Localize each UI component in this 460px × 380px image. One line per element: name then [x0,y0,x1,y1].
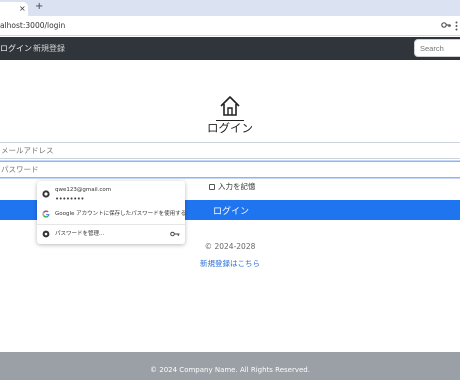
gear-icon [42,230,50,238]
password-key-icon[interactable] [441,20,451,30]
footer-copyright: © 2024 Company Name. All Rights Reserved… [150,366,310,374]
browser-menu-icon[interactable] [454,21,459,31]
manage-option-label: パスワードを管理... [55,231,105,237]
remember-label: 入力を記憶 [218,182,256,191]
page-footer: © 2024 Company Name. All Rights Reserved… [0,352,460,380]
home-icon [220,96,240,116]
saved-credential-option[interactable]: qwe123@gmail.com •••••••• [37,183,185,205]
password-field[interactable] [0,161,460,178]
page-title: ログイン [207,121,253,135]
browser-tab[interactable]: × [0,2,28,16]
address-bar: alhost:3000/login [0,16,460,36]
popup-divider [37,224,185,225]
tab-close-icon[interactable]: × [19,3,26,15]
nav-register-link[interactable]: 新規登録 [33,43,65,54]
key-icon [170,231,180,237]
google-option-label: Google アカウントに保存したパスワードを使用する [55,211,187,217]
google-password-option[interactable]: Google アカウントに保存したパスワードを使用する [37,208,187,221]
remember-checkbox[interactable] [209,184,215,190]
browser-tab-strip: × + [0,0,460,16]
register-link[interactable]: 新規登録はこちら [0,259,460,269]
nav-login-link[interactable]: ログイン [0,43,32,54]
site-globe-icon [42,190,50,198]
saved-password-mask: •••••••• [55,195,85,203]
url-text[interactable]: alhost:3000/login [0,20,65,32]
password-autofill-popup: qwe123@gmail.com •••••••• Google アカウントに保… [37,181,187,244]
top-navbar: ログイン 新規登録 [0,37,460,60]
manage-passwords-option[interactable]: パスワードを管理... [37,228,185,240]
email-field[interactable] [0,142,460,159]
remember-me[interactable]: 入力を記憶 [209,182,256,192]
search-input[interactable] [414,39,460,57]
saved-email: qwe123@gmail.com [55,187,112,193]
google-icon [42,210,50,218]
new-tab-icon[interactable]: + [35,1,43,13]
copyright-text: © 2024-2028 [204,242,256,251]
